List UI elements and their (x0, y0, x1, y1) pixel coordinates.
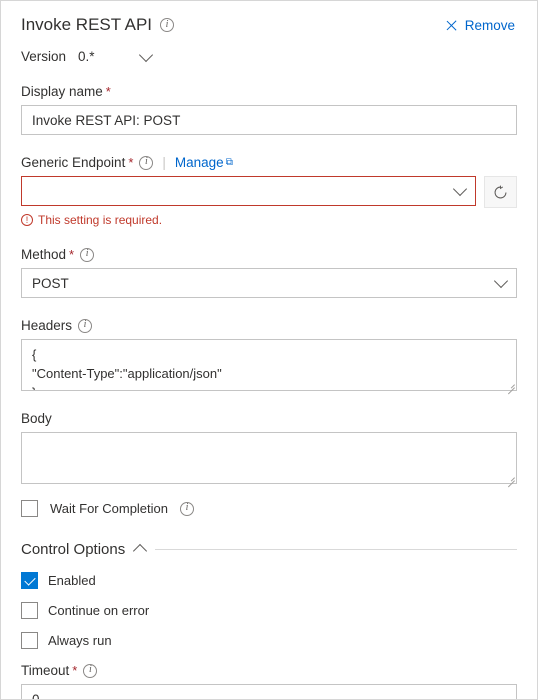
generic-endpoint-error-text: This setting is required. (38, 213, 163, 227)
display-name-label-row: Display name * (21, 84, 517, 99)
enabled-checkbox[interactable] (21, 572, 38, 589)
error-icon: ! (21, 214, 33, 226)
chevron-down-icon[interactable] (138, 47, 153, 62)
task-title-text: Invoke REST API (21, 15, 153, 34)
body-label: Body (21, 411, 52, 426)
display-name-label: Display name (21, 84, 103, 99)
info-icon[interactable]: i (83, 663, 98, 678)
body-field: Body (21, 411, 517, 484)
info-icon[interactable]: i (180, 501, 194, 516)
version-selector[interactable]: Version 0.* (21, 47, 517, 64)
external-link-icon: ⧉ (225, 157, 233, 168)
chevron-down-icon (493, 273, 509, 289)
generic-endpoint-field: Generic Endpoint * i | Manage ⧉ ! This s… (21, 155, 517, 227)
timeout-label: Timeout (21, 663, 70, 678)
invoke-rest-api-task-panel: Invoke REST API i Remove Version 0.* Dis… (0, 0, 538, 700)
control-option-continue-on-error[interactable]: Continue on error (21, 602, 517, 619)
close-icon (445, 19, 458, 32)
continue-on-error-checkbox[interactable] (21, 602, 38, 619)
headers-field: Headers i { "Content-Type":"application/… (21, 318, 517, 391)
body-textarea[interactable] (21, 432, 517, 484)
display-name-field: Display name * Invoke REST API: POST (21, 84, 517, 135)
required-marker: * (72, 663, 78, 678)
display-name-input[interactable]: Invoke REST API: POST (21, 105, 517, 135)
method-select[interactable]: POST (21, 268, 517, 298)
wait-for-completion-checkbox[interactable] (21, 500, 38, 517)
headers-textarea[interactable]: { "Content-Type":"application/json" } (21, 339, 517, 391)
body-textarea-wrapper (21, 432, 517, 484)
manage-link-label: Manage (174, 155, 224, 170)
continue-on-error-label: Continue on error (48, 603, 150, 618)
remove-button[interactable]: Remove (445, 18, 517, 33)
control-options-header[interactable]: Control Options (21, 541, 517, 559)
required-marker: * (128, 155, 134, 170)
refresh-icon (494, 185, 507, 198)
remove-button-label: Remove (464, 17, 515, 33)
task-header: Invoke REST API i Remove (21, 1, 517, 35)
refresh-endpoints-button[interactable] (484, 176, 517, 208)
generic-endpoint-row (21, 176, 517, 208)
info-icon[interactable]: i (78, 318, 93, 333)
manage-link[interactable]: Manage ⧉ (175, 155, 233, 170)
always-run-checkbox[interactable] (21, 632, 38, 649)
control-options-title: Control Options (21, 541, 126, 558)
label-separator: | (162, 155, 166, 170)
generic-endpoint-label-row: Generic Endpoint * i | Manage ⧉ (21, 155, 517, 170)
method-field: Method * i POST (21, 247, 517, 298)
wait-for-completion-row[interactable]: Wait For Completion i (21, 500, 517, 517)
timeout-label-row: Timeout * i (21, 663, 517, 678)
info-icon[interactable]: i (80, 247, 95, 262)
method-label-row: Method * i (21, 247, 517, 262)
wait-for-completion-label: Wait For Completion (50, 501, 168, 516)
headers-textarea-wrapper: { "Content-Type":"application/json" } (21, 339, 517, 391)
control-option-always-run[interactable]: Always run (21, 632, 517, 649)
generic-endpoint-error: ! This setting is required. (21, 213, 517, 227)
control-options-list: Enabled Continue on error Always run (21, 572, 517, 649)
generic-endpoint-label: Generic Endpoint (21, 155, 126, 170)
control-option-enabled[interactable]: Enabled (21, 572, 517, 589)
page-title: Invoke REST API i (21, 15, 175, 35)
enabled-label: Enabled (48, 573, 96, 588)
info-icon[interactable]: i (160, 18, 175, 32)
timeout-input[interactable]: 0 (21, 684, 517, 699)
info-icon[interactable]: i (139, 155, 154, 170)
headers-label-row: Headers i (21, 318, 517, 333)
body-label-row: Body (21, 411, 517, 426)
version-value: 0.* (78, 49, 95, 64)
chevron-up-icon[interactable] (133, 543, 148, 559)
chevron-down-icon (452, 181, 468, 197)
version-label: Version (21, 49, 67, 64)
method-value: POST (32, 275, 69, 291)
method-label: Method (21, 247, 67, 262)
section-divider (155, 549, 517, 550)
generic-endpoint-select[interactable] (21, 176, 476, 206)
always-run-label: Always run (48, 633, 112, 648)
check-icon (23, 573, 36, 586)
required-marker: * (69, 247, 75, 262)
required-marker: * (105, 84, 111, 99)
timeout-field: Timeout * i 0 (21, 663, 517, 699)
headers-label: Headers (21, 318, 73, 333)
